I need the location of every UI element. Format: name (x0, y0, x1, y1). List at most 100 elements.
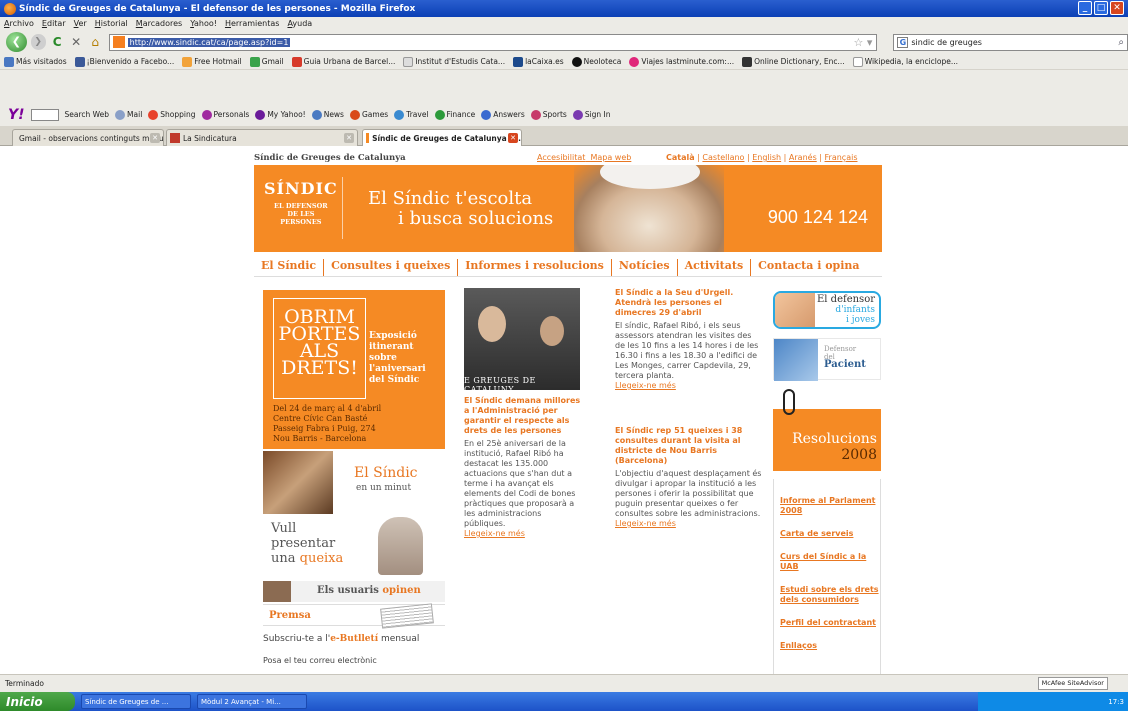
link-curs-uab[interactable]: Curs del Síndic a la UAB (780, 552, 880, 572)
presentar-queixa-promo[interactable]: Vull presentar una queixa (263, 517, 445, 579)
minimize-button[interactable]: _ (1078, 1, 1092, 15)
bookmark-neoloteca[interactable]: Neoloteca (571, 56, 621, 67)
bookmark-mas-visitados[interactable]: Más visitados (4, 56, 67, 67)
nav-noticies[interactable]: Notícies (610, 259, 677, 276)
bookmark-star-icon[interactable]: ☆ ▾ (853, 36, 872, 49)
taskbar-item-firefox[interactable]: Síndic de Greuges de ... (81, 694, 191, 709)
start-button[interactable]: Inicio (0, 692, 75, 711)
nav-activitats[interactable]: Activitats (676, 259, 751, 276)
tab-la-sindicatura[interactable]: La Sindicatura ✕ (166, 129, 358, 146)
featured-headline[interactable]: El Síndic demana millores a l'Administra… (464, 396, 584, 436)
search-input[interactable]: G sindic de greuges ⌕ (893, 33, 1128, 51)
tab-bar: Gmail - observacions continguts mòduls..… (0, 126, 1128, 146)
site-brand: Síndic de Greuges de Catalunya (254, 153, 406, 163)
yahoo-mail[interactable]: Mail (115, 109, 142, 120)
bookmark-hotmail[interactable]: Free Hotmail (182, 56, 242, 67)
yahoo-sign-in[interactable]: Sign In (572, 109, 611, 120)
sindic-en-un-minut[interactable]: El Síndic en un minut (263, 451, 445, 514)
exhibition-desc-line: itinerant (369, 342, 414, 352)
news-headline-1[interactable]: El Síndic a la Seu d'Urgell. Atendrà les… (615, 288, 763, 318)
nav-el-sindic[interactable]: El Síndic (254, 259, 323, 276)
tab-close-icon[interactable]: ✕ (508, 133, 518, 143)
yahoo-news[interactable]: News (311, 109, 344, 120)
lang-english[interactable]: English (752, 153, 781, 162)
menu-archivo[interactable]: Archivo (4, 19, 34, 28)
yahoo-my-yahoo[interactable]: My Yahoo! (255, 109, 306, 120)
press-conference-photo[interactable]: E GREUGES DE CATALUNY (464, 288, 580, 390)
google-icon[interactable]: G (897, 36, 909, 48)
url-text[interactable]: http://www.sindic.cat/ca/page.asp?id=1 (127, 37, 291, 47)
logo-sub-line: PERSONES (280, 218, 322, 226)
menu-ayuda[interactable]: Ayuda (287, 19, 312, 28)
sindic-logo[interactable]: SÍNDIC EL DEFENSOR DE LES PERSONES (264, 179, 338, 226)
bookmark-lastminute[interactable]: Viajes lastminute.com:... (629, 56, 734, 67)
accessibility-link[interactable]: Accesibilitat (537, 153, 585, 162)
bookmark-gmail[interactable]: Gmail (249, 56, 284, 67)
featured-read-more[interactable]: Llegeix-ne més (464, 529, 525, 538)
exhibition-promo[interactable]: OBRIM PORTES ALS DRETS! Exposició itiner… (263, 290, 445, 449)
home-icon[interactable]: ⌂ (88, 34, 103, 50)
nav-consultes[interactable]: Consultes i queixes (323, 259, 457, 276)
search-icon[interactable]: ⌕ (1118, 37, 1124, 48)
bookmark-iec[interactable]: Institut d'Estudis Cata... (403, 56, 505, 67)
search-value[interactable]: sindic de greuges (911, 38, 982, 47)
menu-editar[interactable]: Editar (42, 19, 66, 28)
maximize-button[interactable]: □ (1094, 1, 1108, 15)
news-headline-2[interactable]: El Síndic rep 51 queixes i 38 consultes … (615, 426, 763, 466)
yahoo-logo-icon[interactable]: Y! (8, 107, 25, 123)
back-button[interactable]: ❮ (6, 32, 27, 52)
bookmark-guia-urbana[interactable]: Guia Urbana de Barcel... (291, 56, 395, 67)
link-estudi-consumidors[interactable]: Estudi sobre els drets dels consumidors (780, 585, 880, 605)
nav-informes[interactable]: Informes i resolucions (457, 259, 611, 276)
yahoo-answers[interactable]: Answers (481, 109, 525, 120)
reload-icon[interactable]: C (50, 34, 65, 50)
news-read-more-1[interactable]: Llegeix-ne més (615, 381, 676, 390)
link-informe-parlament[interactable]: Informe al Parlament 2008 (780, 496, 880, 516)
lang-francais[interactable]: Français (825, 153, 858, 162)
premsa-promo[interactable]: Premsa (263, 603, 445, 629)
yahoo-games[interactable]: Games (349, 109, 388, 120)
lang-catala[interactable]: Català (666, 153, 695, 162)
bookmark-dictionary[interactable]: Online Dictionary, Enc... (742, 56, 845, 67)
resolucions-banner[interactable]: Resolucions 2008 (773, 389, 881, 471)
link-carta-serveis[interactable]: Carta de serveis (780, 529, 880, 539)
tab-close-icon[interactable]: ✕ (150, 133, 160, 143)
bookmark-wikipedia[interactable]: Wikipedia, la enciclope... (852, 56, 958, 67)
tab-close-icon[interactable]: ✕ (344, 133, 354, 143)
url-bar[interactable]: http://www.sindic.cat/ca/page.asp?id=1 ☆… (108, 33, 878, 51)
usuaris-opinen-promo[interactable]: Els usuaris opinen (263, 581, 445, 602)
taskbar-item-modul[interactable]: Mòdul 2 Avançat - Mi... (197, 694, 307, 709)
menu-historial[interactable]: Historial (95, 19, 128, 28)
bookmark-facebook[interactable]: ¡Bienvenido a Facebo... (74, 56, 174, 67)
newspaper-icon (380, 603, 434, 629)
menu-marcadores[interactable]: Marcadores (136, 19, 182, 28)
yahoo-finance[interactable]: Finance (434, 109, 475, 120)
stop-icon[interactable]: ✕ (69, 34, 84, 50)
tab-sindic-active[interactable]: Síndic de Greuges de Catalunya -... ✕ (362, 129, 522, 146)
yahoo-sports[interactable]: Sports (530, 109, 567, 120)
lang-castellano[interactable]: Castellano (702, 153, 744, 162)
forward-button[interactable]: ❯ (30, 34, 46, 50)
defensor-pacient-banner[interactable]: Defensor del Pacient (773, 338, 881, 381)
nav-contacta[interactable]: Contacta i opina (750, 259, 866, 276)
yahoo-search-input[interactable] (30, 108, 59, 121)
window-titlebar: Síndic de Greuges de Catalunya - El defe… (0, 0, 1128, 17)
mcafee-siteadvisor-button[interactable]: McAfee SiteAdvisor (1037, 677, 1108, 690)
queixa-line: Vull (271, 521, 297, 536)
yahoo-travel[interactable]: Travel (394, 109, 429, 120)
yahoo-shopping[interactable]: Shopping (148, 109, 196, 120)
close-button[interactable]: ✕ (1110, 1, 1124, 15)
lang-aranes[interactable]: Aranés (789, 153, 817, 162)
defensor-infants-banner[interactable]: El defensor d'infants i joves (773, 291, 881, 329)
link-perfil-contractant[interactable]: Perfil del contractant (780, 618, 880, 628)
link-enllacos[interactable]: Enllaços (780, 641, 880, 651)
yahoo-personals[interactable]: Personals (201, 109, 249, 120)
yahoo-search-web[interactable]: Search Web (65, 110, 110, 119)
menu-herramientas[interactable]: Herramientas (225, 19, 280, 28)
tab-gmail[interactable]: Gmail - observacions continguts mòduls..… (12, 129, 164, 146)
bookmark-lacaixa[interactable]: laCaixa.es (513, 56, 564, 67)
menu-ver[interactable]: Ver (74, 19, 87, 28)
menu-yahoo[interactable]: Yahoo! (190, 19, 217, 28)
site-map-link[interactable]: Mapa web (590, 153, 631, 162)
news-read-more-2[interactable]: Llegeix-ne més (615, 519, 676, 528)
